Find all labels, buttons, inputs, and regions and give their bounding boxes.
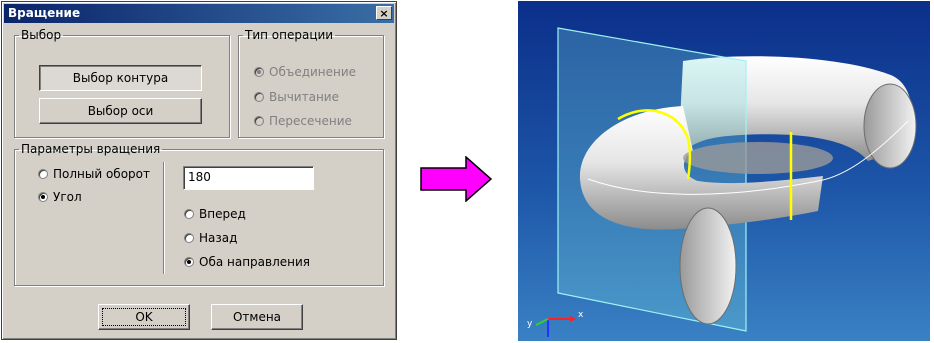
radio-angle-circle bbox=[38, 192, 48, 202]
3d-viewport[interactable]: x y bbox=[518, 1, 930, 341]
cancel-button[interactable]: Отмена bbox=[211, 304, 303, 330]
close-button[interactable]: × bbox=[376, 6, 392, 20]
dialog-title: Вращение bbox=[8, 6, 81, 20]
radio-subtraction-label: Вычитание bbox=[269, 90, 339, 104]
radio-forward-circle bbox=[184, 209, 194, 219]
selection-group-label: Выбор bbox=[21, 28, 62, 42]
right-arrow-icon bbox=[420, 156, 492, 202]
radio-union[interactable]: Объединение bbox=[254, 65, 356, 79]
close-icon: × bbox=[379, 7, 389, 20]
triad-y-label: y bbox=[527, 319, 533, 329]
operation-type-label: Тип операции bbox=[245, 28, 334, 42]
rotation-params-label: Параметры вращения bbox=[21, 142, 161, 156]
select-contour-button[interactable]: Выбор контура bbox=[39, 65, 202, 91]
radio-both-directions-label: Оба направления bbox=[199, 255, 311, 269]
torus-hole bbox=[683, 142, 833, 174]
radio-union-label: Объединение bbox=[269, 65, 357, 79]
radio-full-turn-label: Полный оборот bbox=[53, 167, 151, 181]
radio-union-circle bbox=[254, 67, 264, 77]
radio-full-turn[interactable]: Полный оборот bbox=[38, 167, 150, 181]
select-axis-button[interactable]: Выбор оси bbox=[39, 98, 202, 124]
rotation-separator bbox=[163, 162, 164, 274]
torus-model bbox=[535, 27, 917, 337]
radio-intersection-label: Пересечение bbox=[269, 114, 352, 128]
angle-input[interactable]: 180 bbox=[183, 166, 314, 190]
radio-both-directions-circle bbox=[184, 257, 194, 267]
rotation-dialog: Вращение × Выбор Выбор контура Выбор оси… bbox=[1, 1, 397, 340]
radio-subtraction[interactable]: Вычитание bbox=[254, 90, 339, 104]
radio-angle[interactable]: Угол bbox=[38, 190, 82, 204]
radio-intersection-circle bbox=[254, 116, 264, 126]
radio-forward-label: Вперед bbox=[199, 207, 246, 221]
axis-triad-icon bbox=[535, 316, 576, 337]
radio-angle-label: Угол bbox=[53, 190, 82, 204]
torus-end-front bbox=[679, 207, 737, 325]
radio-both-directions[interactable]: Оба направления bbox=[184, 255, 310, 269]
dialog-titlebar[interactable]: Вращение × bbox=[4, 4, 394, 23]
radio-backward[interactable]: Назад bbox=[184, 231, 237, 245]
radio-backward-label: Назад bbox=[199, 231, 238, 245]
radio-intersection[interactable]: Пересечение bbox=[254, 114, 352, 128]
radio-forward[interactable]: Вперед bbox=[184, 207, 246, 221]
triad-x-label: x bbox=[578, 310, 584, 320]
torus-end-right bbox=[863, 83, 917, 169]
radio-full-turn-circle bbox=[38, 169, 48, 179]
radio-backward-circle bbox=[184, 233, 194, 243]
radio-subtraction-circle bbox=[254, 92, 264, 102]
ok-button[interactable]: OK bbox=[98, 304, 190, 330]
